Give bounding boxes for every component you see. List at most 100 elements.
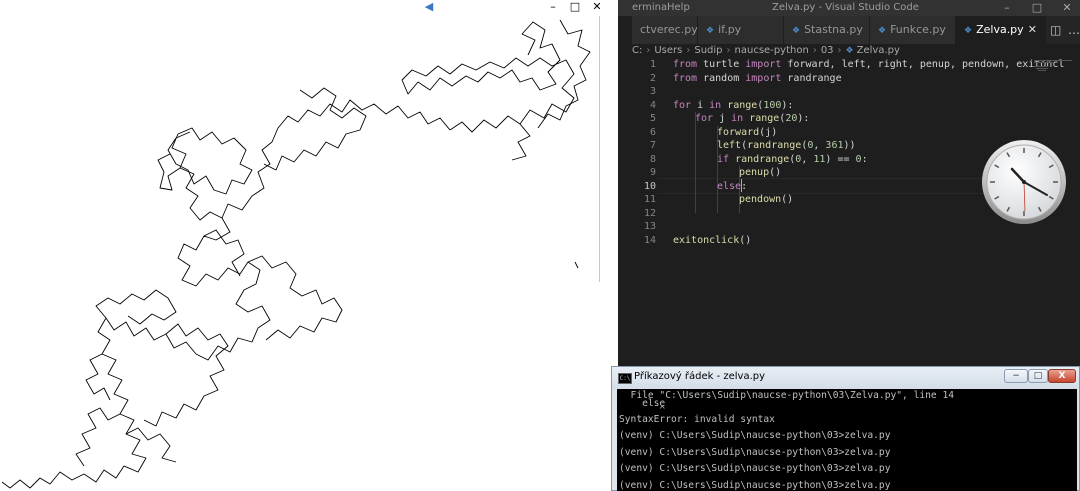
token: pendown [739,194,782,205]
cmd-minimize-button[interactable]: − [1004,369,1028,383]
token: , [801,153,814,165]
token: in [731,113,744,124]
console-line: (venv) C:\Users\Sudip\naucse-python\03>z… [619,430,891,441]
token: from [673,59,698,70]
token: from [673,72,698,84]
cmd-close-button[interactable]: X [1048,369,1076,383]
code-line: 10 else: [632,180,1032,194]
console-line: File "C:\Users\Sudip\naucse-python\03\Ze… [619,390,955,401]
turtle-path [125,427,177,463]
code-line: 9 penup() [632,166,1032,180]
turtle-canvas[interactable] [0,0,618,491]
line-number: 12 [643,207,656,219]
breadcrumb-item[interactable]: Zelva.py [857,45,900,56]
token: 20 [785,113,798,124]
token: else [717,180,742,192]
turtle-path [85,353,111,401]
tab-funkce[interactable]: ❖ Funkce.py [870,16,956,44]
cmd-titlebar: C:\ Příkazový řádek - zelva.py − □ X [612,367,1079,389]
code-line: 5 for j in range(20): [632,112,1032,126]
turtle-path [247,255,343,341]
breadcrumb-item[interactable]: Users [654,45,682,56]
code-line: 4 for i in range(100): [632,99,1032,113]
token: j [713,113,732,124]
turtle-path [75,407,121,467]
minimap-line [1034,66,1048,67]
python-file-icon: ❖ [706,26,715,36]
chevron-right-icon: › [837,45,842,56]
token: randrange [729,153,790,165]
line-number: 4 [649,99,656,111]
token: forward, left, right, penup, pendown, ex… [781,59,1065,70]
token: 361 [825,140,844,151]
token: if [717,153,730,165]
turtle-path [177,217,271,361]
line-number: 6 [649,126,656,138]
minimap-line [1036,68,1048,69]
menu-terminal[interactable]: erminal [632,2,670,13]
token: : [861,153,868,165]
clock-gadget-icon [982,140,1066,224]
cmd-title: Příkazový řádek - zelva.py [634,371,766,382]
clock-center [1022,180,1026,184]
vscode-maximize-button[interactable]: □ [1022,0,1052,16]
breadcrumb-item[interactable]: Sudip [694,45,722,56]
token: 11 [813,153,826,165]
console-line: (venv) C:\Users\Sudip\naucse-python\03>z… [619,447,891,458]
token: for [673,99,692,111]
token: () [769,167,782,178]
cmd-output[interactable]: File "C:\Users\Sudip\naucse-python\03\Ze… [617,389,1077,491]
token: i [691,99,710,111]
text-cursor [741,179,742,192]
breadcrumb-item[interactable]: 03 [821,45,834,56]
code-line: 13 [632,220,1032,234]
token: in [709,99,722,111]
vscode-minimize-button[interactable]: – [992,0,1022,16]
token: import [745,72,782,84]
minimap-line [1034,60,1072,61]
line-number: 10 [643,180,656,192]
console-line: (venv) C:\Users\Sudip\naucse-python\03>z… [619,463,891,474]
code-line: 1 from turtle import forward, left, right… [632,58,1064,72]
line-number: 5 [649,113,656,124]
tab-ctverec[interactable]: ctverec.py [632,16,698,44]
token: random [697,72,746,84]
code-line: 8 if randrange(0, 11) == 0: [632,153,1032,167]
turtle-path [574,261,579,269]
breadcrumb-item[interactable]: naucse-python [735,45,809,56]
chevron-right-icon: › [812,45,817,56]
token: range [721,99,758,111]
turtle-path [1,471,85,489]
breadcrumb-item[interactable]: C: [632,45,642,56]
code-line: 11 pendown() [632,193,1032,207]
minimap-line [1038,70,1046,71]
tab-zelva[interactable]: ❖ Zelva.py ✕ [956,16,1046,44]
line-number: 8 [649,153,656,165]
line-number: 9 [649,167,656,178]
console-line: SyntaxError: invalid syntax [619,414,775,425]
command-prompt-window: C:\ Příkazový řádek - zelva.py − □ X Fil… [611,366,1080,491]
turtle-path [95,289,177,325]
tab-label: Stastna.py [804,23,863,36]
close-tab-icon[interactable]: ✕ [1028,16,1037,44]
console-line: (venv) C:\Users\Sudip\naucse-python\03>z… [619,480,891,491]
split-editor-icon[interactable]: ◫ [1050,16,1061,44]
python-file-icon: ❖ [792,26,801,36]
breadcrumb: C: › Users › Sudip › naucse-python › 03 › ❖ Zelva.p… [632,44,1080,58]
tab-label: if.py [718,23,742,36]
more-actions-icon[interactable]: … [1068,16,1080,44]
token: penup [739,167,770,178]
menu-help[interactable]: Help [667,2,690,13]
chevron-right-icon: › [646,45,651,56]
vscode-close-button[interactable]: ✕ [1052,0,1080,16]
code-line: 6 forward(j) [632,126,1032,140]
code-editor[interactable]: 1 from turtle import forward, left, right… [632,58,1064,368]
code-line: 14 exitonclick() [632,234,1032,248]
token: forward [717,126,760,138]
tab-if[interactable]: ❖ if.py [698,16,784,44]
line-number: 1 [649,59,656,70]
tab-stastna[interactable]: ❖ Stastna.py [784,16,870,44]
cmd-maximize-button[interactable]: □ [1028,369,1048,383]
tab-label: Zelva.py [976,23,1024,36]
line-number: 2 [649,72,656,84]
